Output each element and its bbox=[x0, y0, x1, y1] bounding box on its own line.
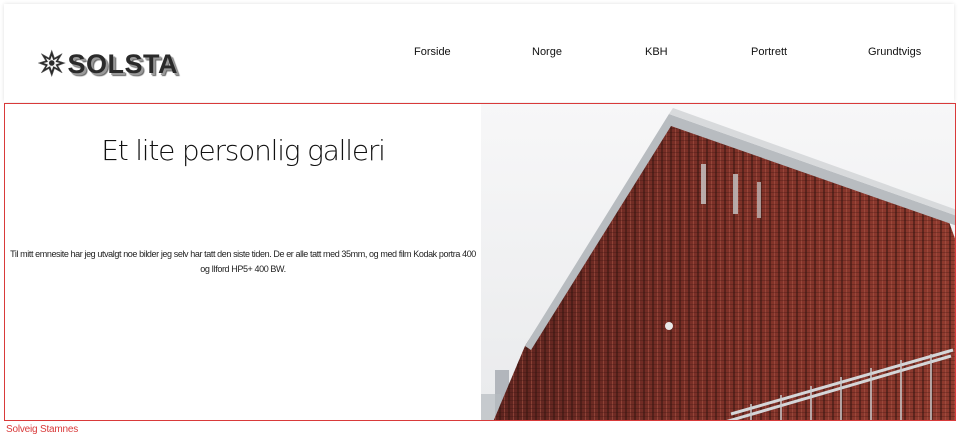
site-header: SOLSTA Forside Norge KBH Portrett Grundt… bbox=[4, 4, 954, 102]
intro-paragraph: Til mitt emnesite har jeg utvalgt noe bi… bbox=[10, 249, 476, 274]
nav-item-kbh[interactable]: KBH bbox=[645, 46, 668, 58]
page-title: Et lite personlig galleri bbox=[101, 134, 386, 167]
nav-item-grundtvigs[interactable]: Grundtvigs bbox=[868, 46, 921, 58]
main-nav: Forside Norge KBH Portrett Grundtvigs bbox=[4, 46, 954, 64]
nav-item-forside[interactable]: Forside bbox=[414, 46, 451, 58]
building-photo bbox=[481, 104, 955, 420]
nav-item-norge[interactable]: Norge bbox=[532, 46, 562, 58]
author-credit: Solveig Stamnes bbox=[6, 424, 79, 435]
hero-section: Et lite personlig galleri Til mitt emnes… bbox=[4, 103, 956, 421]
nav-item-portrett[interactable]: Portrett bbox=[751, 46, 787, 58]
hero-text-panel: Et lite personlig galleri Til mitt emnes… bbox=[5, 104, 481, 420]
